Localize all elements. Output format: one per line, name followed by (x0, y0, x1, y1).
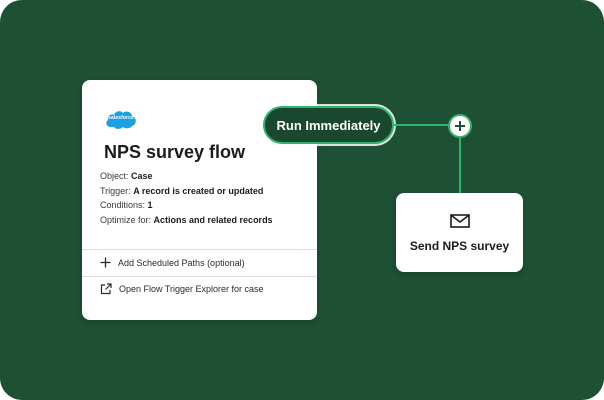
flow-properties: Object: Case Trigger: A record is create… (100, 169, 273, 227)
property-value: A record is created or updated (133, 185, 264, 196)
property-object: Object: Case (100, 169, 273, 184)
divider (82, 276, 317, 277)
add-scheduled-paths-link[interactable]: Add Scheduled Paths (optional) (100, 257, 245, 268)
flow-title: NPS survey flow (104, 142, 246, 162)
property-optimize-for: Optimize for: Actions and related record… (100, 213, 273, 228)
send-nps-survey-card[interactable]: Send NPS survey (396, 193, 523, 272)
property-label: Object: (100, 171, 129, 181)
salesforce-logo-text: salesforce (108, 115, 134, 121)
mail-icon (450, 214, 470, 228)
property-value: Case (131, 171, 153, 181)
property-value: Actions and related records (153, 214, 273, 225)
property-conditions: Conditions: 1 (100, 198, 273, 213)
connector-line-horizontal (394, 124, 449, 126)
plus-icon (100, 257, 111, 268)
property-label: Optimize for: (100, 214, 152, 225)
property-trigger: Trigger: A record is created or updated (100, 184, 273, 199)
plus-icon (455, 121, 465, 131)
add-element-button[interactable] (448, 114, 472, 138)
divider (82, 249, 317, 250)
property-label: Trigger: (100, 185, 131, 196)
open-flow-trigger-explorer-link[interactable]: Open Flow Trigger Explorer for case (100, 283, 264, 295)
property-value: 1 (147, 200, 153, 210)
flow-canvas: salesforce NPS survey flow Object: Case … (0, 0, 604, 400)
open-external-icon (100, 283, 112, 295)
salesforce-logo: salesforce (104, 108, 138, 132)
run-immediately-node[interactable]: Run Immediately (263, 106, 394, 144)
add-scheduled-paths-label: Add Scheduled Paths (optional) (118, 257, 245, 268)
open-flow-trigger-explorer-label: Open Flow Trigger Explorer for case (119, 284, 264, 294)
send-nps-survey-label: Send NPS survey (409, 239, 510, 253)
property-label: Conditions: (100, 200, 146, 210)
connector-line-vertical (459, 136, 461, 193)
